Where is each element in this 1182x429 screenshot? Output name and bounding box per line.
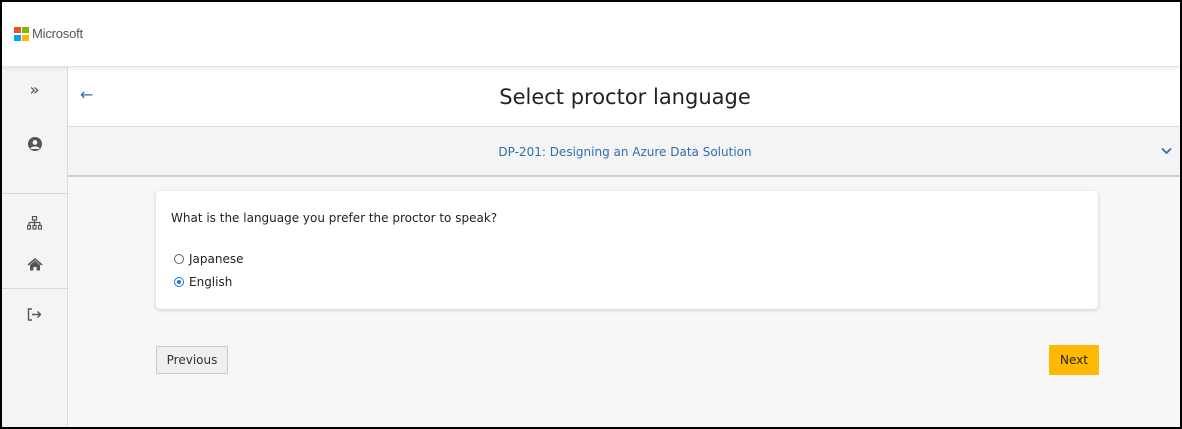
option-label: Japanese — [189, 252, 244, 266]
expand-sidebar-button[interactable]: » — [2, 71, 67, 107]
question-text: What is the language you prefer the proc… — [171, 211, 498, 225]
microsoft-logo-icon — [14, 26, 29, 41]
home-button[interactable] — [2, 246, 67, 282]
sidebar: » — [2, 67, 68, 427]
microsoft-logo[interactable]: Microsoft — [14, 26, 83, 41]
profile-button[interactable] — [2, 126, 67, 162]
sign-out-button[interactable] — [2, 296, 67, 332]
radio-english[interactable] — [174, 277, 184, 287]
home-icon — [27, 258, 42, 271]
app-window: Microsoft » ← Select proctor language DP… — [0, 0, 1182, 429]
sitemap-icon — [27, 216, 42, 230]
chevron-down-icon[interactable] — [1161, 147, 1172, 155]
exam-title[interactable]: DP-201: Designing an Azure Data Solution — [68, 145, 1180, 159]
top-header: Microsoft — [2, 2, 1180, 67]
user-profile-icon — [27, 137, 42, 151]
sitemap-button[interactable] — [2, 205, 67, 241]
page-title: Select proctor language — [499, 85, 751, 109]
sidebar-divider — [2, 193, 67, 194]
question-card: What is the language you prefer the proc… — [156, 191, 1098, 309]
option-english[interactable]: English — [174, 275, 232, 289]
option-japanese[interactable]: Japanese — [174, 252, 244, 266]
sidebar-divider — [2, 288, 67, 289]
radio-japanese[interactable] — [174, 254, 184, 264]
option-label: English — [189, 275, 233, 289]
expand-chevrons-icon: » — [29, 79, 40, 99]
main-content: ← Select proctor language DP-201: Design… — [68, 67, 1180, 427]
title-bar: ← Select proctor language — [68, 67, 1180, 127]
previous-button[interactable]: Previous — [156, 346, 228, 374]
exam-selector[interactable]: DP-201: Designing an Azure Data Solution — [68, 127, 1180, 177]
brand-name: Microsoft — [32, 26, 83, 41]
sign-out-icon — [27, 307, 42, 321]
next-button[interactable]: Next — [1049, 345, 1099, 375]
